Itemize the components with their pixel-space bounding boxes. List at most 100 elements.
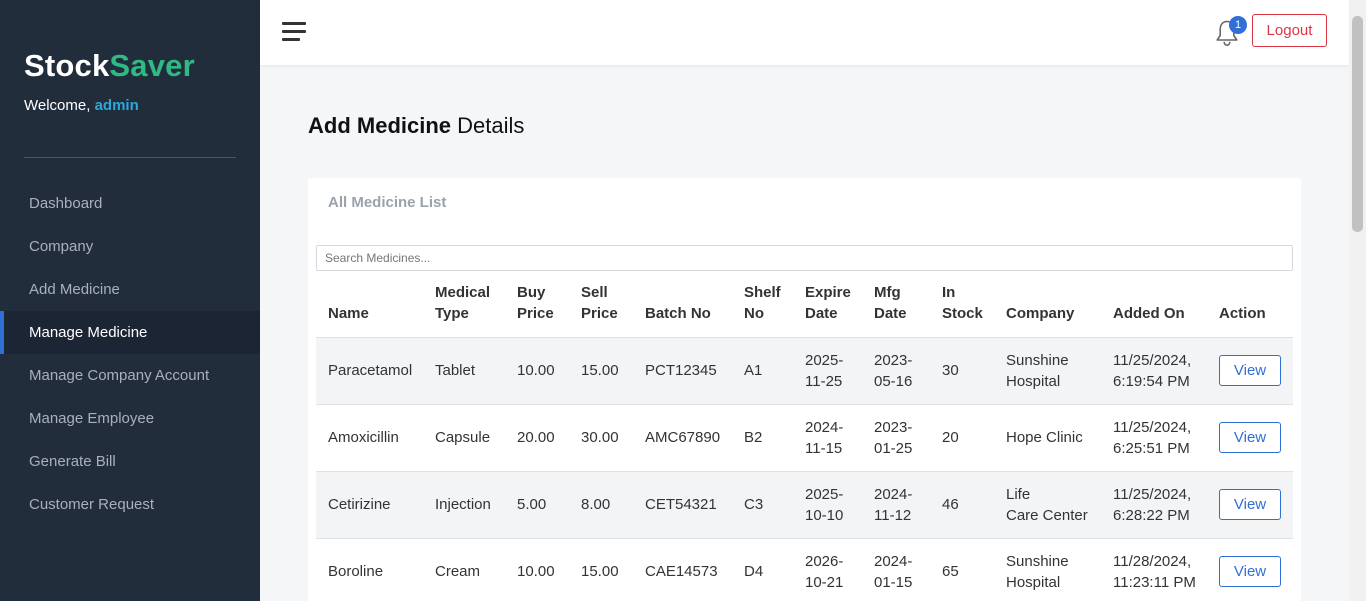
username: admin (94, 97, 139, 114)
cell-line: 2026- (805, 552, 844, 570)
cell-action: View (1207, 471, 1293, 539)
medicine-table: Name Medical Type Buy Price Sell Price Batch No… (316, 276, 1293, 601)
cell-name: Boroline (316, 538, 423, 601)
brand-part-2: Saver (109, 48, 195, 83)
sidebar-item-manage-company-account[interactable]: Manage Company Account (0, 354, 260, 397)
column-header-label: Date (805, 304, 838, 322)
cell-shelf: A1 (732, 337, 793, 405)
cell-buy: 10.00 (505, 337, 569, 405)
column-header-label: Type (435, 304, 469, 322)
cell-batch: PCT12345 (633, 337, 732, 405)
view-button[interactable]: View (1219, 355, 1281, 386)
column-header-label: Added On (1113, 304, 1185, 322)
sidebar-nav: Dashboard Company Add Medicine Manage Me… (0, 182, 260, 526)
brand-part-1: Stock (24, 48, 110, 83)
cell-line: 11/25/2024, (1113, 418, 1192, 436)
cell-name: Amoxicillin (316, 404, 423, 472)
column-header-label: Stock (942, 304, 983, 322)
scrollbar-thumb[interactable] (1352, 16, 1363, 232)
cell-line: 2024- (874, 485, 913, 503)
cell-mfg: 2024- 11-12 (862, 471, 930, 539)
column-header-name: Name (316, 276, 423, 338)
cell-expire: 2024- 11-15 (793, 404, 862, 472)
cell-company: Hope Clinic (994, 404, 1101, 472)
cell-line: 01-25 (874, 439, 913, 457)
cell-company: Life Care Center (994, 471, 1101, 539)
cell-shelf: B2 (732, 404, 793, 472)
cell-line: 2024- (874, 552, 913, 570)
sidebar-item-manage-medicine[interactable]: Manage Medicine (0, 311, 260, 354)
search-input[interactable] (316, 245, 1293, 271)
notification-badge: 1 (1229, 16, 1247, 34)
column-header-label: Sell (581, 283, 608, 301)
column-header-label: Company (1006, 304, 1075, 322)
table-header-row: Name Medical Type Buy Price Sell Price Batch No… (316, 276, 1293, 338)
table-row: Boroline Cream 10.00 15.00 CAE14573 D4 2026- 10… (316, 538, 1293, 601)
column-header-medical-type: Medical Type (423, 276, 505, 338)
cell-type: Injection (423, 471, 505, 539)
cell-batch: CET54321 (633, 471, 732, 539)
cell-line: 6:19:54 PM (1113, 372, 1190, 390)
cell-added: 11/28/2024, 11:23:11 PM (1101, 538, 1207, 601)
cell-added: 11/25/2024, 6:19:54 PM (1101, 337, 1207, 405)
page-scrollbar[interactable] (1349, 0, 1366, 601)
cell-expire: 2025- 10-10 (793, 471, 862, 539)
cell-line: 11-25 (805, 372, 843, 390)
cell-line: 10-10 (805, 506, 844, 524)
sidebar: StockSaver Welcome, admin Dashboard Comp… (0, 0, 260, 601)
cell-shelf: C3 (732, 471, 793, 539)
view-button[interactable]: View (1219, 422, 1281, 453)
cell-line: Hope Clinic (1006, 429, 1083, 446)
welcome-prefix: Welcome, (24, 97, 91, 114)
sidebar-item-manage-employee[interactable]: Manage Employee (0, 397, 260, 440)
brand-logo[interactable]: StockSaver (24, 48, 195, 84)
cell-line: 2025- (805, 485, 844, 503)
column-header-company: Company (994, 276, 1101, 338)
sidebar-item-customer-request[interactable]: Customer Request (0, 483, 260, 526)
page-title-rest: Details (457, 113, 525, 138)
cell-sell: 15.00 (569, 538, 633, 601)
cell-line: Sunshine (1006, 552, 1069, 570)
sidebar-divider (24, 157, 236, 158)
cell-added: 11/25/2024, 6:28:22 PM (1101, 471, 1207, 539)
column-header-label: Batch No (645, 304, 711, 322)
cell-sell: 15.00 (569, 337, 633, 405)
column-header-label: Date (874, 304, 907, 322)
cell-line: 11/25/2024, (1113, 485, 1192, 503)
cell-company: Sunshine Hospital (994, 337, 1101, 405)
column-header-expire-date: Expire Date (793, 276, 862, 338)
cell-name: Paracetamol (316, 337, 423, 405)
column-header-label: Expire (805, 283, 851, 301)
table-row: Paracetamol Tablet 10.00 15.00 PCT12345 A1 202… (316, 337, 1293, 405)
cell-line: Care Center (1006, 506, 1088, 524)
cell-stock: 46 (930, 471, 994, 539)
cell-batch: CAE14573 (633, 538, 732, 601)
cell-added: 11/25/2024, 6:25:51 PM (1101, 404, 1207, 472)
column-header-batch-no: Batch No (633, 276, 732, 338)
cell-stock: 65 (930, 538, 994, 601)
sidebar-item-dashboard[interactable]: Dashboard (0, 182, 260, 225)
sidebar-item-company[interactable]: Company (0, 225, 260, 268)
cell-batch: AMC67890 (633, 404, 732, 472)
hamburger-icon[interactable] (282, 22, 306, 42)
cell-shelf: D4 (732, 538, 793, 601)
page-title-strong: Add Medicine (308, 113, 452, 138)
sidebar-item-add-medicine[interactable]: Add Medicine (0, 268, 260, 311)
column-header-label: Mfg (874, 283, 901, 301)
cell-buy: 10.00 (505, 538, 569, 601)
cell-mfg: 2023- 01-25 (862, 404, 930, 472)
column-header-label: Name (328, 304, 369, 322)
view-button[interactable]: View (1219, 556, 1281, 587)
cell-line: 11-15 (805, 439, 843, 457)
card-title: All Medicine List (328, 194, 447, 211)
cell-line: Sunshine (1006, 351, 1069, 369)
column-header-label: Price (581, 304, 618, 322)
column-header-in-stock: In Stock (930, 276, 994, 338)
cell-line: 6:25:51 PM (1113, 439, 1190, 457)
logout-button[interactable]: Logout (1252, 14, 1327, 47)
sidebar-item-generate-bill[interactable]: Generate Bill (0, 440, 260, 483)
column-header-label: In (942, 283, 956, 301)
column-header-mfg-date: Mfg Date (862, 276, 930, 338)
view-button[interactable]: View (1219, 489, 1281, 520)
cell-type: Capsule (423, 404, 505, 472)
